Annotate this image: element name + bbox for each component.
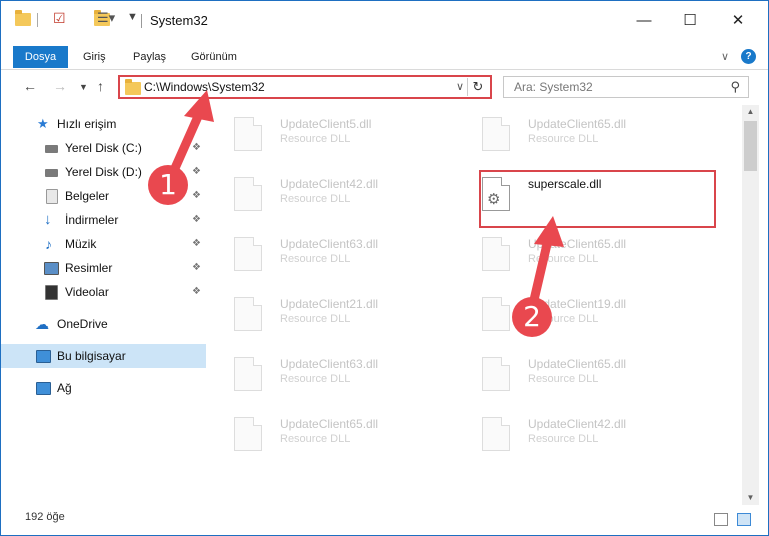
arrow-1-shaft (167, 107, 205, 180)
arrow-2-head (534, 216, 564, 247)
arrow-2 (529, 216, 564, 305)
arrow-1-head (184, 90, 214, 122)
arrow-1 (167, 90, 214, 180)
annotation-badge-2: 2 (512, 297, 552, 337)
arrow-2-shaft (529, 235, 553, 305)
annotation-badge-1: 1 (148, 165, 188, 205)
annotation-arrows (167, 90, 564, 305)
